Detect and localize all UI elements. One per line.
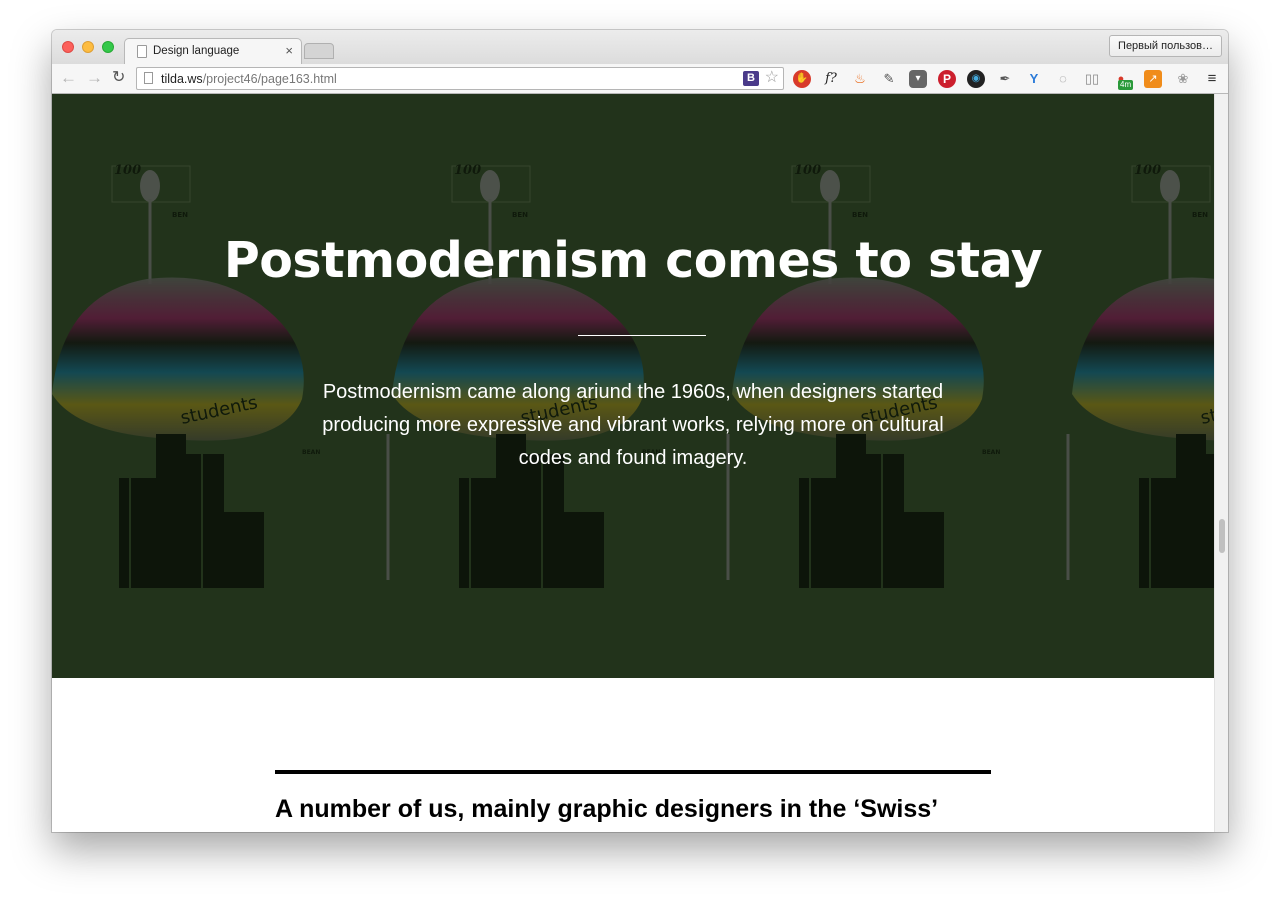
profile-button[interactable]: Первый пользов… — [1109, 35, 1222, 57]
page-icon — [144, 72, 153, 84]
analytics-icon[interactable]: ↗ — [1144, 70, 1162, 88]
hero-divider — [578, 335, 706, 336]
reload-icon[interactable]: ↻ — [112, 69, 125, 87]
zoom-window-button[interactable] — [102, 41, 114, 53]
article-divider — [275, 770, 991, 774]
page-icon — [137, 45, 147, 58]
pinterest-icon[interactable]: P — [938, 70, 956, 88]
bookmark-star-icon[interactable]: ☆ — [765, 69, 779, 87]
url-domain: tilda.ws — [161, 72, 203, 86]
url-path: /project46/page163.html — [202, 72, 337, 86]
tab-design-language[interactable]: Design language × — [124, 38, 302, 64]
new-tab-button[interactable] — [304, 43, 334, 59]
hero-description: Postmodernism came along ariund the 1960… — [322, 381, 944, 469]
back-arrow-icon[interactable]: ← — [60, 69, 77, 87]
bootstrap-extension-icon[interactable]: B — [743, 71, 759, 86]
menu-icon[interactable]: ≡ — [1203, 70, 1221, 88]
whatfont-icon[interactable]: f? — [822, 70, 840, 88]
address-bar[interactable]: tilda.ws/project46/page163.html B ☆ — [136, 67, 784, 90]
title-bar: Design language × Первый пользов… — [52, 30, 1228, 64]
url-text[interactable]: tilda.ws/project46/page163.html — [161, 72, 337, 86]
evernote-icon[interactable]: ✎ — [880, 70, 898, 88]
eyedropper-icon[interactable]: ✒ — [996, 70, 1014, 88]
camera-icon[interactable]: ◉ — [967, 70, 985, 88]
refresh-ext-icon[interactable]: ◌ — [1054, 70, 1072, 88]
minimize-window-button[interactable] — [82, 41, 94, 53]
article-heading: A number of us, mainly graphic designers… — [275, 795, 939, 823]
tab-title: Design language — [153, 45, 240, 57]
hero-title: Postmodernism comes to stay — [223, 232, 1043, 289]
forward-arrow-icon[interactable]: → — [86, 69, 103, 87]
paw-icon[interactable]: ❀ — [1174, 70, 1192, 88]
hero-section: 100 BEN students BEAN Postmodernism come… — [52, 94, 1214, 678]
yandex-icon[interactable]: Y — [1025, 70, 1043, 88]
chart-ext-icon[interactable]: ● 4m — [1112, 70, 1134, 90]
page-scrollbar[interactable] — [1214, 94, 1228, 832]
fire-icon[interactable]: ♨ — [851, 70, 869, 88]
page-content: 100 BEN students BEAN Postmodernism come… — [52, 94, 1228, 832]
browser-window: Design language × Первый пользов… ← → ↻ … — [52, 30, 1228, 832]
ext-badge: 4m — [1118, 80, 1134, 90]
browser-toolbar: ← → ↻ tilda.ws/project46/page163.html B … — [52, 64, 1228, 94]
pocket-icon[interactable]: ▾ — [909, 70, 927, 88]
reader-icon[interactable]: ▯▯ — [1083, 70, 1101, 88]
scrollbar-thumb[interactable] — [1219, 519, 1225, 553]
close-window-button[interactable] — [62, 41, 74, 53]
adblock-icon[interactable]: ✋ — [793, 70, 811, 88]
tab-close-icon[interactable]: × — [285, 43, 293, 58]
